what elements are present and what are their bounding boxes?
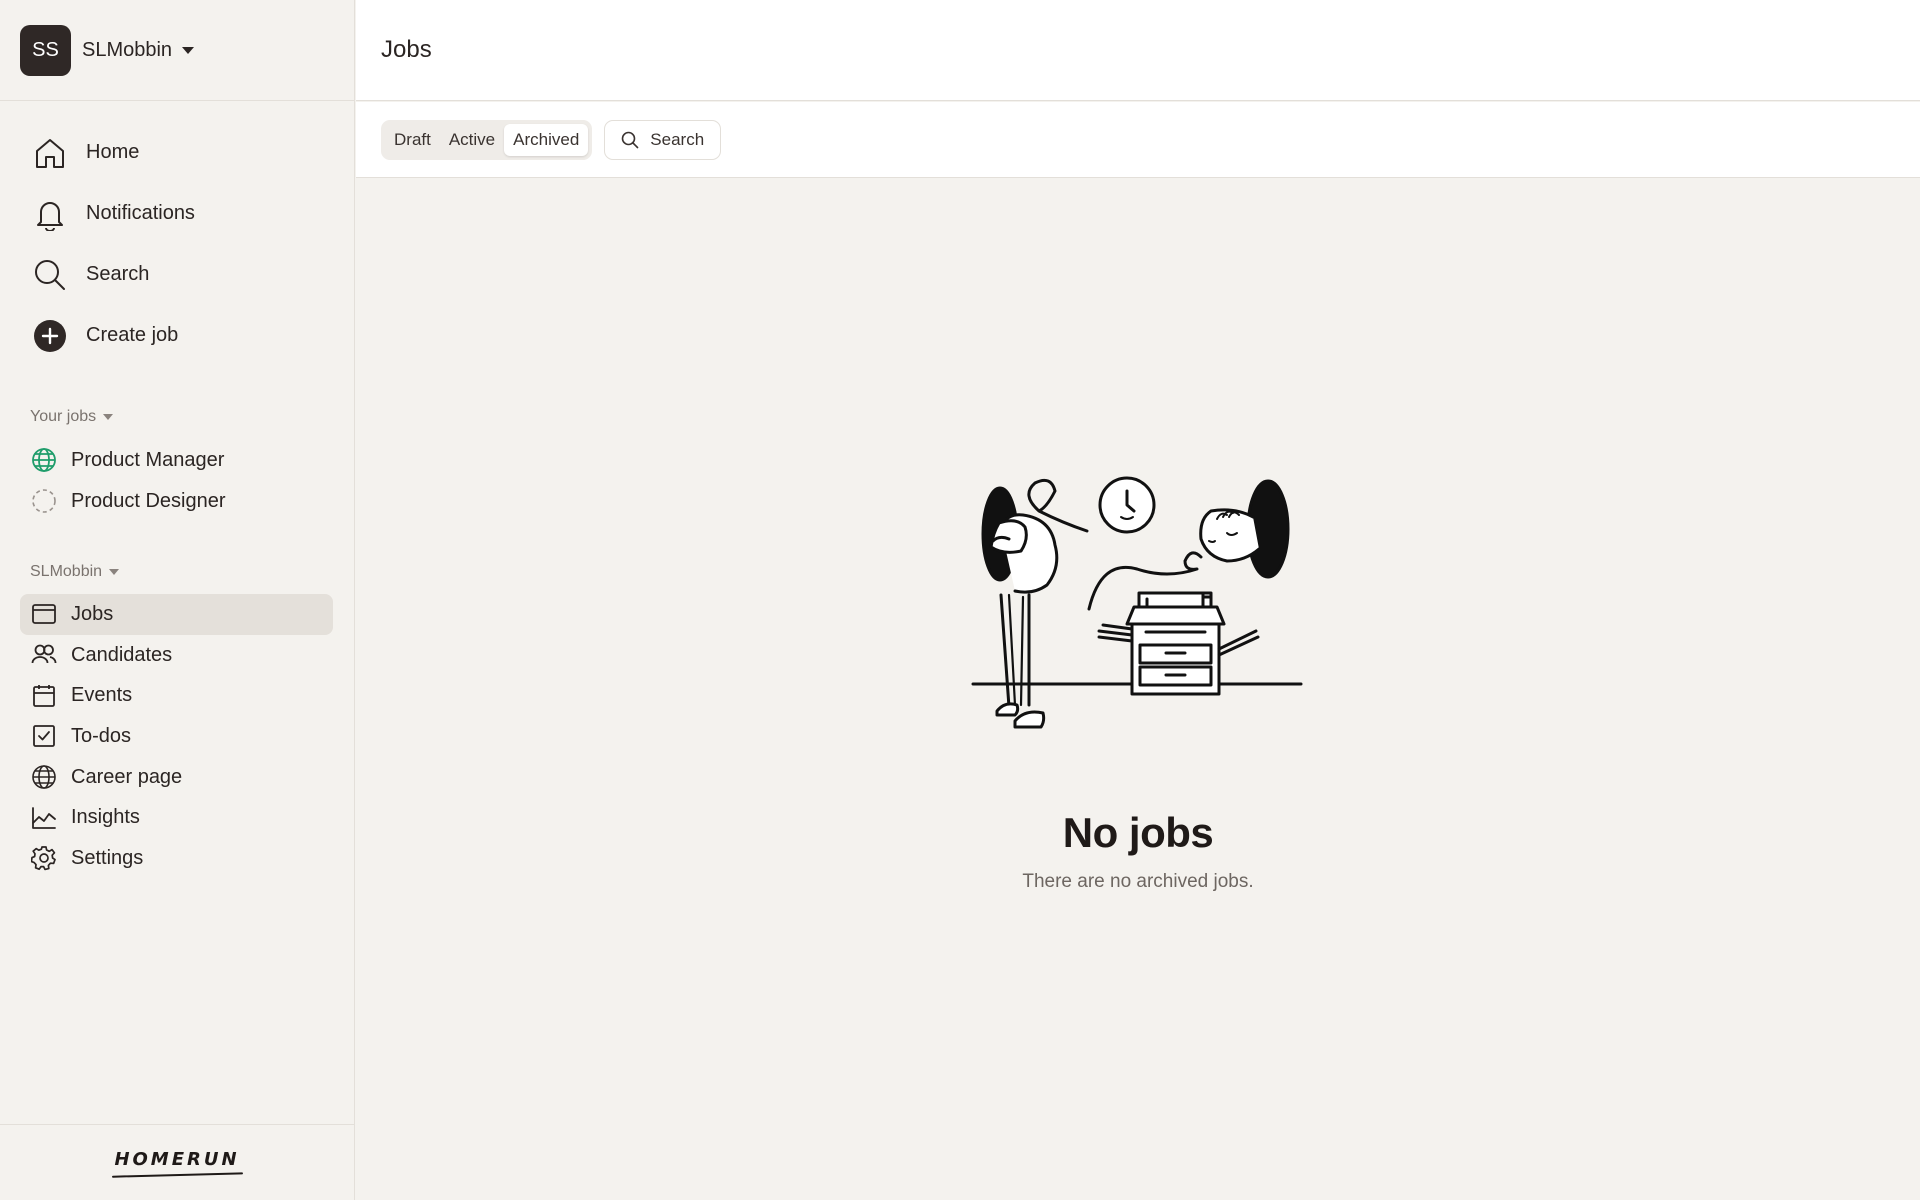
nav-notifications-label: Notifications xyxy=(86,202,195,224)
homerun-logo[interactable]: HOMERUN xyxy=(114,1149,239,1176)
job-item-label: Product Designer xyxy=(71,489,226,512)
workspace-name: SLMobbin xyxy=(82,38,173,61)
dashed-circle-icon xyxy=(31,488,57,514)
caret-down-icon xyxy=(109,569,120,575)
job-item-product-manager[interactable]: Product Manager xyxy=(20,440,333,481)
calendar-icon xyxy=(31,683,57,709)
globe-green-icon xyxy=(31,447,57,473)
workspace-switcher[interactable]: SS SLMobbin xyxy=(0,0,354,101)
org-item-todos[interactable]: To-dos xyxy=(20,716,333,757)
status-segmented-control: Draft Active Archived xyxy=(381,119,593,160)
search-button[interactable]: Search xyxy=(604,119,722,160)
window-icon xyxy=(31,601,57,627)
workspace-avatar: SS xyxy=(20,24,71,76)
nav-search-label: Search xyxy=(86,263,150,285)
sidebar: SS SLMobbin Home Notifications Search Cr… xyxy=(0,0,355,1200)
org-item-label: Candidates xyxy=(71,643,173,666)
gear-icon xyxy=(31,845,57,871)
page-title: Jobs xyxy=(381,36,432,63)
org-item-insights[interactable]: Insights xyxy=(20,797,333,838)
your-jobs-label: Your jobs xyxy=(30,408,97,425)
nav-search[interactable]: Search xyxy=(20,244,334,305)
org-item-label: Career page xyxy=(71,765,183,788)
plus-circle-icon xyxy=(32,318,68,354)
org-item-label: Jobs xyxy=(71,602,114,625)
empty-jobs-illustration xyxy=(971,476,1303,729)
chart-icon xyxy=(31,805,57,831)
tab-active[interactable]: Active xyxy=(440,124,504,156)
search-button-label: Search xyxy=(650,129,705,149)
users-icon xyxy=(31,642,57,668)
org-item-label: Settings xyxy=(71,846,144,869)
sidebar-footer: HOMERUN xyxy=(0,1124,354,1200)
org-item-settings[interactable]: Settings xyxy=(20,838,333,879)
org-toggle[interactable]: SLMobbin xyxy=(30,563,120,581)
filter-bar: Draft Active Archived Search xyxy=(356,102,1920,178)
empty-state-title: No jobs xyxy=(1062,809,1214,856)
tab-archived[interactable]: Archived xyxy=(504,123,589,156)
org-item-label: To-dos xyxy=(71,724,132,747)
nav-home[interactable]: Home xyxy=(20,122,334,183)
tab-draft[interactable]: Draft xyxy=(385,124,440,156)
org-item-events[interactable]: Events xyxy=(20,675,333,716)
page-header: Jobs xyxy=(356,0,1920,101)
your-jobs-list: Product Manager Product Designer xyxy=(20,440,333,521)
empty-state-subtitle: There are no archived jobs. xyxy=(1022,871,1254,892)
home-icon xyxy=(32,135,68,171)
globe-icon xyxy=(31,764,57,790)
org-item-career-page[interactable]: Career page xyxy=(20,757,333,798)
search-icon xyxy=(32,257,68,293)
main-nav: Home Notifications Search Create job xyxy=(20,122,334,366)
caret-down-icon xyxy=(103,414,114,420)
nav-create-job[interactable]: Create job xyxy=(20,305,334,366)
empty-state: No jobs There are no archived jobs. xyxy=(356,179,1920,1200)
org-item-label: Insights xyxy=(71,806,140,829)
org-nav: Jobs Candidates Events To-dos Career pag… xyxy=(20,594,333,879)
checkbox-icon xyxy=(31,723,57,749)
nav-home-label: Home xyxy=(86,141,140,163)
nav-create-job-label: Create job xyxy=(86,324,179,346)
bell-icon xyxy=(32,196,68,232)
caret-down-icon xyxy=(182,46,195,54)
nav-notifications[interactable]: Notifications xyxy=(20,183,334,244)
org-item-label: Events xyxy=(71,684,133,707)
job-item-label: Product Manager xyxy=(71,448,225,471)
org-item-jobs[interactable]: Jobs xyxy=(20,594,333,635)
org-label: SLMobbin xyxy=(30,563,103,580)
job-item-product-designer[interactable]: Product Designer xyxy=(20,481,333,522)
org-item-candidates[interactable]: Candidates xyxy=(20,635,333,676)
search-icon xyxy=(621,131,639,149)
your-jobs-toggle[interactable]: Your jobs xyxy=(30,408,114,426)
